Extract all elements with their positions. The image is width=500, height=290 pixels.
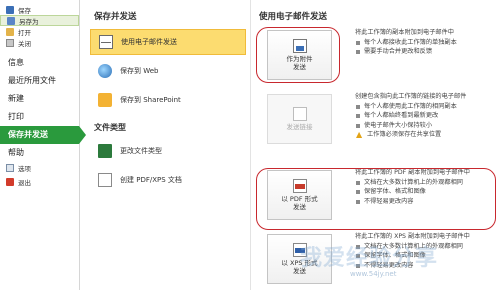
nav-saveas[interactable]: 另存为 — [0, 15, 79, 26]
save-to-sharepoint-item[interactable]: 保存到 SharePoint — [90, 87, 244, 113]
nav-help[interactable]: 帮助 — [0, 144, 79, 162]
send-using-email-label: 使用电子邮件发送 — [121, 38, 177, 46]
watermark-domain: www.54jy.net — [350, 270, 397, 278]
attachment-bullet: 每个人都接收此工作簿的单独副本 — [355, 38, 500, 48]
nav-exit-label: 退出 — [18, 178, 31, 187]
highlight-ring-pdf — [256, 168, 496, 230]
send-link-option: 发送链接 创建包含指向此工作簿的链接的电子邮件 每个人都使用此工作簿的相同副本 … — [259, 92, 499, 150]
save-and-send-title: 保存并发送 — [94, 12, 137, 22]
nav-open-label: 打开 — [18, 28, 31, 37]
nav-close-label: 关闭 — [18, 39, 31, 48]
save-and-send-column: 保存并发送 使用电子邮件发送 保存到 Web 保存到 SharePoint 文件… — [86, 0, 246, 290]
nav-options[interactable]: 选项 — [0, 162, 79, 173]
nav-saveas-label: 另存为 — [19, 17, 39, 26]
change-file-type-item[interactable]: 更改文件类型 — [90, 138, 244, 164]
save-as-icon — [7, 16, 15, 25]
send-link-button: 发送链接 — [267, 94, 332, 144]
send-link-description: 创建包含指向此工作簿的链接的电子邮件 每个人都使用此工作簿的相同副本 每个人都始… — [355, 92, 500, 140]
nav-save[interactable]: 保存 — [0, 4, 79, 15]
nav-info[interactable]: 信息 — [0, 54, 79, 72]
send-using-email-item[interactable]: 使用电子邮件发送 — [90, 29, 246, 55]
create-pdf-xps-label: 创建 PDF/XPS 文档 — [120, 176, 182, 184]
warning-text: 工作簿必须保存在共享位置 — [367, 131, 442, 139]
link-icon — [292, 106, 307, 121]
shared-location-warning: ▲ 工作簿必须保存在共享位置 — [355, 130, 500, 140]
create-pdf-xps-item[interactable]: 创建 PDF/XPS 文档 — [90, 167, 244, 193]
watermark: 我爱经验分享 — [300, 246, 439, 271]
highlight-ring-attachment — [256, 27, 340, 83]
save-icon — [6, 5, 14, 14]
nav-save-and-send[interactable]: 保存并发送 — [0, 126, 86, 144]
email-icon — [99, 35, 113, 49]
attachment-bullet: 需要手动合并更改和反馈 — [355, 47, 500, 57]
nav-exit[interactable]: 退出 — [0, 176, 79, 187]
send-link-bullet: 每个人都始终看到最新更改 — [355, 111, 500, 121]
pdf-document-icon — [98, 173, 112, 187]
save-to-web-item[interactable]: 保存到 Web — [90, 58, 244, 84]
exit-icon — [6, 177, 14, 186]
nav-close[interactable]: 关闭 — [0, 37, 79, 48]
close-file-icon — [6, 38, 14, 47]
send-link-bullet: 每个人都使用此工作簿的相同副本 — [355, 102, 500, 112]
change-file-type-icon — [98, 144, 112, 158]
nav-recent[interactable]: 最近所用文件 — [0, 72, 79, 90]
send-link-desc: 创建包含指向此工作簿的链接的电子邮件 — [355, 93, 467, 100]
send-using-email-title: 使用电子邮件发送 — [259, 12, 328, 22]
options-icon — [6, 163, 14, 172]
change-file-type-label: 更改文件类型 — [120, 147, 162, 155]
send-link-bullet: 使电子邮件大小保持较小 — [355, 121, 500, 131]
nav-new[interactable]: 新建 — [0, 90, 79, 108]
nav-print[interactable]: 打印 — [0, 108, 79, 126]
send-link-btn-label: 发送链接 — [286, 122, 313, 131]
sharepoint-icon — [98, 93, 112, 107]
attachment-desc: 将此工作簿的副本附加到电子邮件中 — [355, 29, 454, 36]
folder-open-icon — [6, 27, 14, 36]
nav-open[interactable]: 打开 — [0, 26, 79, 37]
warning-icon: ▲ — [356, 130, 363, 140]
backstage-nav: 保存 另存为 打开 关闭 信息 最近所用文件 新建 打印 保存并发送 帮助 选项… — [0, 0, 86, 290]
file-types-title: 文件类型 — [94, 123, 126, 132]
globe-icon — [98, 64, 112, 78]
nav-options-label: 选项 — [18, 164, 31, 173]
save-to-sharepoint-label: 保存到 SharePoint — [120, 96, 181, 104]
nav-save-label: 保存 — [18, 6, 31, 15]
attachment-description: 将此工作簿的副本附加到电子邮件中 每个人都接收此工作簿的单独副本 需要手动合并更… — [355, 28, 500, 57]
save-to-web-label: 保存到 Web — [120, 67, 159, 75]
